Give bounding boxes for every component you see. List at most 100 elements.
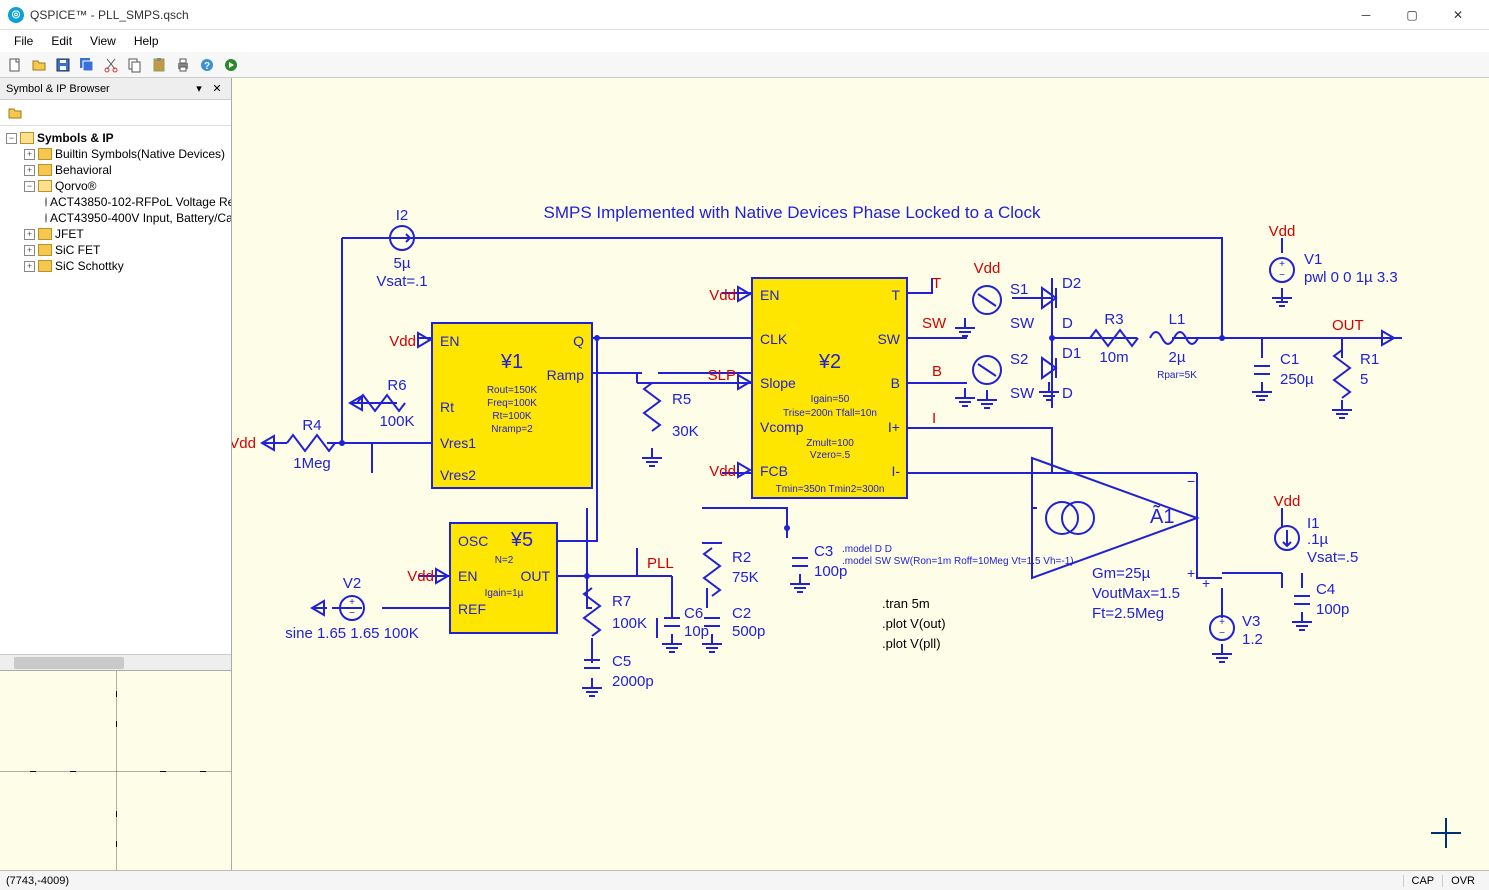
net-pll: PLL (647, 555, 674, 572)
menu-help[interactable]: Help (126, 32, 167, 50)
tree-item[interactable]: +JFET (2, 226, 229, 242)
svg-text:D2: D2 (1062, 275, 1081, 292)
schematic-canvas[interactable]: SMPS Implemented with Native Devices Pha… (232, 78, 1489, 870)
svg-text:1.2: 1.2 (1242, 631, 1263, 648)
svg-text:Igain=1µ: Igain=1µ (485, 588, 524, 599)
svg-text:OUT: OUT (1332, 317, 1364, 334)
cut-button[interactable] (100, 54, 122, 76)
tree-leaf[interactable]: ACT43850-102-RFPoL Voltage Regu (2, 194, 229, 210)
maximize-button[interactable]: ▢ (1389, 0, 1435, 30)
svg-text:C5: C5 (612, 653, 631, 670)
status-coords: (7743,-4009) (6, 875, 69, 887)
comp-D1: D1 D (1039, 345, 1081, 402)
svg-text:Vdd: Vdd (974, 260, 1001, 277)
side-pin-button[interactable]: ▾ (191, 81, 207, 97)
menu-view[interactable]: View (82, 32, 124, 50)
comp-C5: C5 2000p (582, 653, 654, 696)
open-button[interactable] (28, 54, 50, 76)
status-ovr: OVR (1442, 875, 1483, 887)
svg-text:10m: 10m (1099, 349, 1128, 366)
app-icon: ◎ (8, 7, 24, 23)
print-button[interactable] (172, 54, 194, 76)
svg-text:.plot V(out): .plot V(out) (882, 616, 946, 631)
svg-text:Vdd: Vdd (1269, 223, 1296, 240)
svg-text:.model SW SW(Ron=1m Roff=10Meg: .model SW SW(Ron=1m Roff=10Meg Vt=1.5 Vh… (842, 556, 1074, 567)
svg-text:−: − (1279, 270, 1285, 281)
svg-text:Gm=25µ: Gm=25µ (1092, 565, 1151, 582)
copy-button[interactable] (124, 54, 146, 76)
side-close-button[interactable]: ✕ (209, 81, 225, 97)
svg-text:R4: R4 (302, 417, 321, 434)
svg-text:Vdd: Vdd (232, 435, 256, 452)
comp-D2: D2 D (1042, 275, 1081, 332)
svg-text:100K: 100K (612, 615, 647, 632)
symbol-tree[interactable]: −Symbols & IP +Builtin Symbols(Native De… (0, 126, 231, 654)
svg-text:+: + (1219, 617, 1225, 628)
window-buttons: ─ ▢ ✕ (1343, 0, 1481, 30)
comp-R2: R2 75K (704, 548, 759, 596)
tree-root[interactable]: −Symbols & IP (2, 130, 229, 146)
svg-text:D: D (1062, 315, 1073, 332)
symbol-preview (0, 670, 231, 870)
svg-text:EN: EN (440, 333, 459, 349)
svg-text:OUT: OUT (520, 568, 550, 584)
tree-item[interactable]: +SiC Schottky (2, 258, 229, 274)
svg-text:Tmin=350n Tmin2=300n: Tmin=350n Tmin2=300n (776, 484, 885, 495)
comp-C4: C4 100p (1292, 581, 1349, 630)
tree-item[interactable]: +Builtin Symbols(Native Devices) (2, 146, 229, 162)
comp-R7: R7 100K (584, 588, 647, 636)
svg-text:Rt=100K: Rt=100K (492, 411, 532, 422)
svg-text:C3: C3 (814, 543, 833, 560)
side-refresh-button[interactable] (4, 102, 26, 124)
svg-text:30K: 30K (672, 423, 699, 440)
svg-text:.model D D: .model D D (842, 544, 892, 555)
help-button[interactable]: ? (196, 54, 218, 76)
tree-item[interactable]: +SiC FET (2, 242, 229, 258)
svg-text:D1: D1 (1062, 345, 1081, 362)
svg-text:Ã1: Ã1 (1150, 504, 1174, 528)
main-area: Symbol & IP Browser ▾ ✕ −Symbols & IP +B… (0, 78, 1489, 870)
comp-S2: S2 SW (955, 351, 1035, 408)
minimize-button[interactable]: ─ (1343, 0, 1389, 30)
svg-text:75K: 75K (732, 569, 759, 586)
side-toolbar (0, 100, 231, 126)
svg-text:sine 1.65 1.65 100K: sine 1.65 1.65 100K (285, 625, 418, 642)
window-title: QSPICE™ - PLL_SMPS.qsch (30, 8, 1343, 22)
svg-text:Q: Q (573, 333, 584, 349)
svg-text:SW: SW (1010, 385, 1035, 402)
menu-file[interactable]: File (6, 32, 41, 50)
saveall-button[interactable] (76, 54, 98, 76)
svg-text:2µ: 2µ (1169, 349, 1186, 366)
paste-button[interactable] (148, 54, 170, 76)
menu-edit[interactable]: Edit (43, 32, 80, 50)
svg-text:Rpar=5K: Rpar=5K (1157, 370, 1197, 381)
svg-text:.plot V(pll): .plot V(pll) (882, 636, 941, 651)
svg-text:C2: C2 (732, 605, 751, 622)
svg-text:I+: I+ (888, 419, 900, 435)
tree-leaf[interactable]: ACT43950-400V Input, Battery/Cap (2, 210, 229, 226)
schematic-svg: SMPS Implemented with Native Devices Pha… (232, 78, 1489, 870)
schematic-title: SMPS Implemented with Native Devices Pha… (543, 203, 1041, 222)
svg-text:.tran 5m: .tran 5m (882, 596, 930, 611)
tree-item[interactable]: −Qorvo® (2, 178, 229, 194)
svg-text:Vres1: Vres1 (440, 435, 476, 451)
svg-text:I: I (932, 410, 936, 427)
svg-text:¥5: ¥5 (510, 529, 533, 551)
new-button[interactable] (4, 54, 26, 76)
save-button[interactable] (52, 54, 74, 76)
svg-text:Rout=150K: Rout=150K (487, 385, 538, 396)
toolbar: ? (0, 52, 1489, 78)
svg-text:Vdd: Vdd (709, 463, 736, 480)
svg-text:Freq=100K: Freq=100K (487, 398, 537, 409)
svg-text:OSC: OSC (458, 533, 488, 549)
tree-item[interactable]: +Behavioral (2, 162, 229, 178)
close-button[interactable]: ✕ (1435, 0, 1481, 30)
comp-C1: C1 250µ (1252, 351, 1314, 400)
comp-C6: C6 10p (662, 605, 709, 652)
tree-hscrollbar[interactable] (0, 654, 231, 670)
svg-text:T: T (891, 287, 900, 303)
comp-Y2: ¥2 EN CLK Slope Vcomp FCB T SW B I+ I- I… (708, 275, 947, 498)
svg-text:SW: SW (922, 315, 947, 332)
run-button[interactable] (220, 54, 242, 76)
svg-text:¥1: ¥1 (500, 351, 523, 373)
